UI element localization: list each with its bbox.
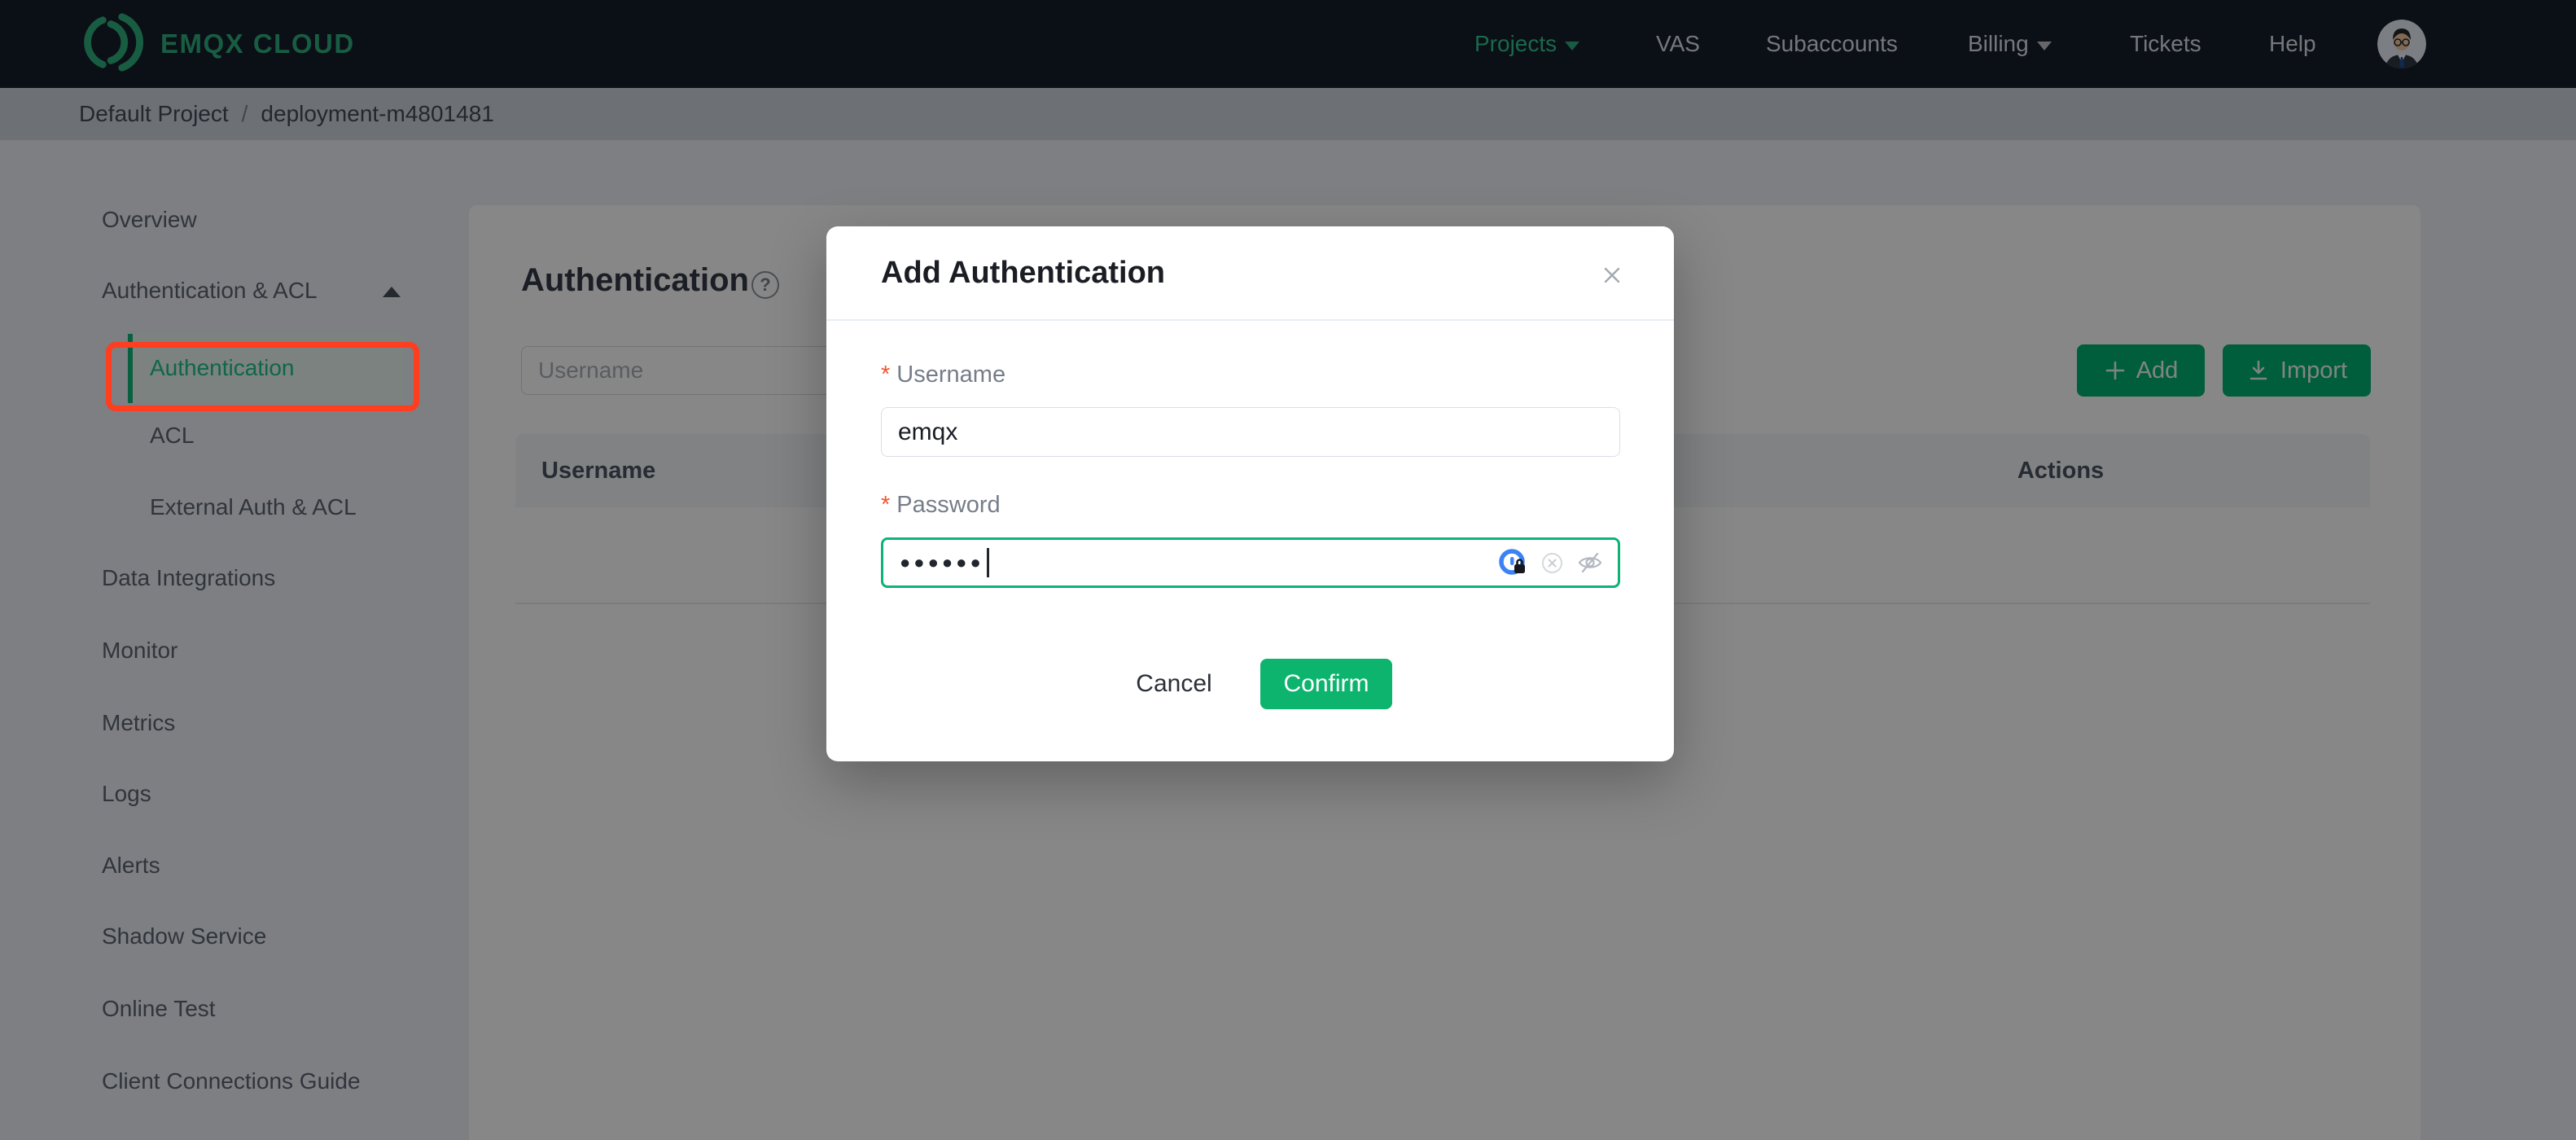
dialog-header-divider (826, 319, 1674, 321)
password-input[interactable]: ●●●●●● (881, 537, 1620, 588)
password-masked-value: ●●●●●● (900, 552, 984, 572)
close-button[interactable] (1596, 259, 1628, 292)
password-field-label: * Password (881, 492, 1001, 519)
required-marker: * (881, 492, 891, 518)
close-icon (1598, 261, 1626, 289)
dialog-title: Add Authentication (881, 256, 1165, 290)
field-label-text: Password (896, 492, 1001, 518)
required-marker: * (881, 362, 891, 388)
clear-input-icon[interactable] (1541, 552, 1563, 574)
username-input[interactable] (881, 407, 1620, 457)
text-cursor (986, 548, 989, 577)
add-authentication-dialog: Add Authentication * Username * Password… (826, 226, 1674, 761)
password-manager-icon[interactable] (1498, 548, 1527, 577)
annotation-highlight-box (106, 342, 419, 411)
toggle-password-visibility-icon[interactable] (1577, 550, 1603, 576)
username-field-label: * Username (881, 362, 1005, 388)
cancel-button[interactable]: Cancel (1125, 659, 1223, 709)
confirm-button[interactable]: Confirm (1260, 659, 1392, 709)
field-label-text: Username (896, 362, 1006, 388)
